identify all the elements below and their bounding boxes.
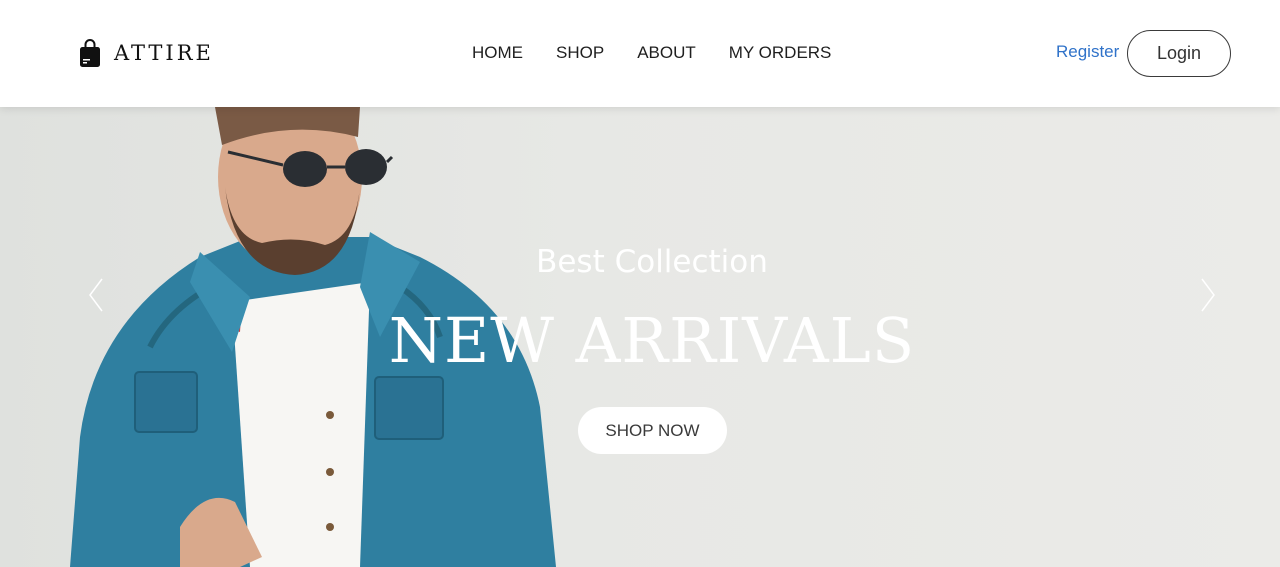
brand-logo[interactable]: ATTIRE [79,38,214,68]
hero-title: NEW ARRIVALS [388,304,916,377]
nav-item-home[interactable]: HOME [472,42,523,64]
login-button[interactable]: Login [1127,30,1231,77]
shopping-bag-icon [80,39,100,67]
hero-content: Best Collection NEW ARRIVALS SHOP NOW [0,107,1280,567]
shop-now-button[interactable]: SHOP NOW [578,407,727,454]
main-nav: HOME SHOP ABOUT MY ORDERS [472,42,864,64]
nav-item-shop[interactable]: SHOP [556,42,604,64]
nav-item-my-orders[interactable]: MY ORDERS [729,42,832,64]
carousel-next-button[interactable] [1196,275,1220,315]
nav-item-about[interactable]: ABOUT [637,42,696,64]
brand-name: ATTIRE [114,41,214,65]
chevron-left-icon [89,278,103,312]
register-link[interactable]: Register [1056,41,1119,63]
carousel-prev-button[interactable] [84,275,108,315]
hero-subtitle: Best Collection [536,244,768,280]
chevron-right-icon [1201,278,1215,312]
site-header: ATTIRE HOME SHOP ABOUT MY ORDERS Registe… [0,0,1280,107]
hero-carousel: Best Collection NEW ARRIVALS SHOP NOW [0,107,1280,567]
